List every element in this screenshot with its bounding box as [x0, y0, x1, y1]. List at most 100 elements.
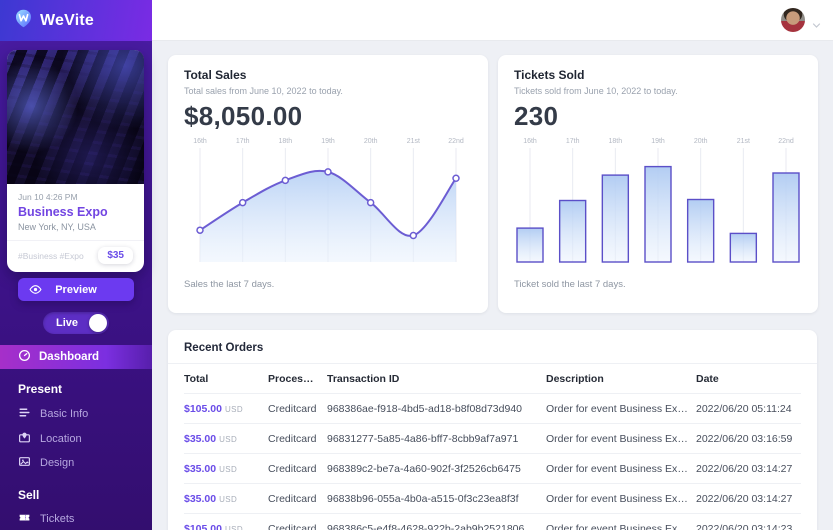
order-transaction-id: 968389c2-be7a-4a60-902f-3f2526cb6475	[327, 462, 521, 475]
app-root: WeVite Jun 10 4:26 PM Business Expo New …	[0, 0, 833, 530]
preview-button-label: Preview	[55, 283, 97, 296]
card-title: Tickets Sold	[514, 68, 585, 82]
wevite-logo-icon	[14, 9, 33, 33]
sidebar-item-label: Tickets	[40, 513, 75, 525]
order-description: Order for event Business Expo	[546, 462, 689, 475]
order-transaction-id: 968386ae-f918-4bd5-ad18-b8f08d73d940	[327, 402, 523, 415]
chevron-down-icon[interactable]	[812, 16, 821, 34]
table-row: $35.00 USD Creditcard 96831277-5a85-4a86-bf…	[184, 424, 801, 454]
sidebar-item-design[interactable]: Design	[18, 455, 74, 471]
image-icon	[18, 455, 31, 471]
event-cover-image	[7, 50, 144, 184]
orders-table-header: Total Processor Transaction ID Description D…	[184, 364, 801, 394]
tickets-sold-card: Tickets Sold Tickets sold from June 10, …	[498, 55, 818, 313]
event-location: New York, NY, USA	[18, 222, 96, 232]
column-header: Transaction ID	[327, 372, 400, 385]
preview-button[interactable]: Preview	[18, 278, 134, 301]
table-row: $105.00 USD Creditcard 968386c5-e4f8-4628-9…	[184, 514, 801, 530]
order-processor: Creditcard	[268, 462, 317, 475]
order-date: 2022/06/20 05:11:24	[696, 402, 792, 415]
order-date: 2022/06/20 03:14:27	[696, 492, 793, 505]
order-total: $35.00 USD	[184, 462, 238, 475]
sidebar-item-label: Basic Info	[40, 408, 89, 420]
sidebar: WeVite Jun 10 4:26 PM Business Expo New …	[0, 0, 152, 530]
ticket-icon	[18, 511, 31, 527]
live-toggle-label: Live	[56, 317, 79, 329]
eye-icon	[29, 283, 42, 299]
tickets-bar-chart: 16th 17th 18th 19th 20th 21st 22nd	[516, 138, 800, 263]
svg-text:21st: 21st	[407, 138, 420, 145]
live-toggle-knob[interactable]	[89, 314, 107, 332]
card-footer: Sales the last 7 days.	[184, 279, 275, 290]
svg-text:20th: 20th	[694, 138, 708, 145]
sidebar-item-label: Dashboard	[39, 351, 100, 363]
order-description: Order for event Business Expo	[546, 432, 689, 445]
sidebar-item-dashboard[interactable]: Dashboard	[0, 345, 152, 369]
map-pin-icon	[18, 431, 31, 447]
total-sales-value: $8,050.00	[184, 101, 303, 131]
order-date: 2022/06/20 03:14:23	[696, 522, 793, 530]
sidebar-item-label: Location	[40, 433, 82, 445]
sidebar-item-basic-info[interactable]: Basic Info	[18, 406, 88, 422]
card-subtitle: Total sales from June 10, 2022 to today.	[184, 86, 343, 96]
order-description: Order for event Business Expo	[546, 522, 689, 530]
table-row: $105.00 USD Creditcard 968386ae-f918-4bd5-a…	[184, 394, 801, 424]
svg-text:22nd: 22nd	[448, 138, 464, 145]
sidebar-section-sell: Sell	[18, 488, 40, 502]
svg-text:21st: 21st	[737, 138, 750, 145]
table-row: $35.00 USD Creditcard 968389c2-be7a-4a60-90…	[184, 454, 801, 484]
event-title: Business Expo	[18, 205, 108, 219]
user-avatar[interactable]	[781, 8, 805, 32]
column-header: Date	[696, 372, 719, 385]
order-date: 2022/06/20 03:16:59	[696, 432, 793, 445]
tickets-sold-value: 230	[514, 101, 559, 131]
sidebar-section-present: Present	[18, 382, 63, 396]
list-lines-icon	[18, 406, 31, 422]
svg-text:16th: 16th	[193, 138, 207, 145]
live-toggle[interactable]: Live	[43, 312, 109, 334]
order-description: Order for event Business Expo	[546, 402, 689, 415]
svg-text:20th: 20th	[364, 138, 378, 145]
sales-line-chart: 16th 17th 18th 19th 20th 21st 22nd	[193, 138, 464, 262]
svg-text:16th: 16th	[523, 138, 537, 145]
event-info: Jun 10 4:26 PM Business Expo New York, N…	[7, 184, 144, 232]
order-total: $105.00 USD	[184, 522, 244, 530]
order-processor: Creditcard	[268, 522, 317, 530]
card-title: Total Sales	[184, 68, 247, 82]
sidebar-item-location[interactable]: Location	[18, 431, 82, 447]
logo[interactable]: WeVite	[0, 0, 152, 41]
logo-text: WeVite	[40, 11, 94, 29]
orders-table: Total Processor Transaction ID Description D…	[184, 364, 801, 530]
order-total: $35.00 USD	[184, 432, 238, 445]
event-datetime: Jun 10 4:26 PM	[18, 192, 78, 202]
column-header: Processor	[268, 372, 320, 385]
svg-text:19th: 19th	[321, 138, 335, 145]
sidebar-item-label: Design	[40, 457, 75, 469]
event-card-footer: #Business #Expo $35	[7, 240, 144, 272]
event-price-badge: $35	[98, 247, 133, 264]
order-processor: Creditcard	[268, 432, 317, 445]
svg-text:18th: 18th	[279, 138, 293, 145]
svg-text:18th: 18th	[609, 138, 623, 145]
order-transaction-id: 96831277-5a85-4a86-bff7-8cbb9af7a971	[327, 432, 519, 445]
top-bar	[152, 0, 833, 41]
card-footer: Ticket sold the last 7 days.	[514, 279, 626, 290]
order-processor: Creditcard	[268, 402, 317, 415]
event-card[interactable]: Jun 10 4:26 PM Business Expo New York, N…	[7, 50, 144, 272]
event-tags: #Business #Expo	[18, 250, 84, 261]
order-total: $105.00 USD	[184, 402, 244, 415]
sidebar-item-tickets[interactable]: Tickets	[18, 511, 74, 527]
card-subtitle: Tickets sold from June 10, 2022 to today…	[514, 86, 678, 96]
column-header: Description	[546, 372, 604, 385]
order-date: 2022/06/20 03:14:27	[696, 462, 793, 475]
total-sales-card: Total Sales Total sales from June 10, 20…	[168, 55, 488, 313]
svg-text:17th: 17th	[236, 138, 250, 145]
order-transaction-id: 96838b96-055a-4b0a-a515-0f3c23ea8f3f	[327, 492, 519, 505]
column-header: Total	[184, 372, 209, 385]
order-description: Order for event Business Expo	[546, 492, 689, 505]
svg-text:22nd: 22nd	[778, 138, 794, 145]
orders-title: Recent Orders	[168, 342, 817, 364]
table-row: $35.00 USD Creditcard 96838b96-055a-4b0a-a5…	[184, 484, 801, 514]
recent-orders-card: Recent Orders Total Processor Transaction …	[168, 330, 817, 530]
order-processor: Creditcard	[268, 492, 317, 505]
